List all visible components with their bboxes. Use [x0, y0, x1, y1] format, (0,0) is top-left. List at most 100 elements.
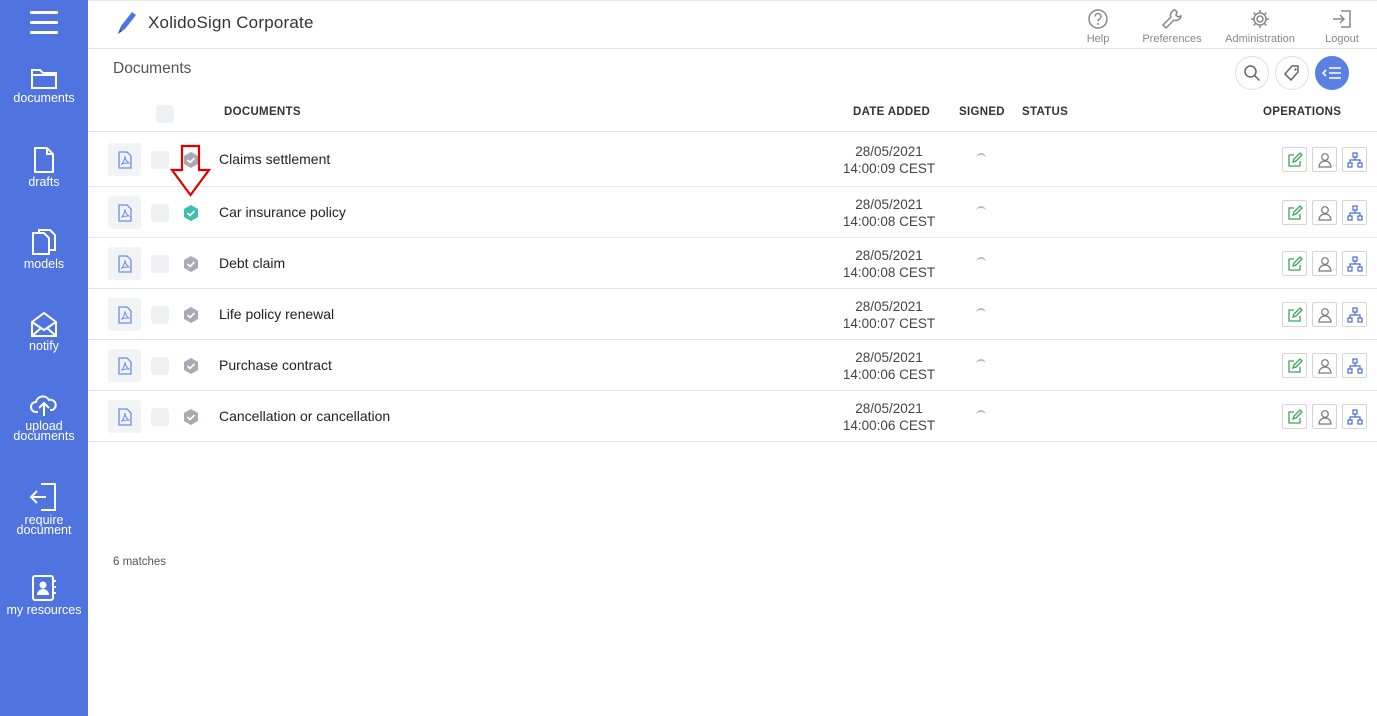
signed-loading-spinner-icon	[976, 256, 986, 267]
signer-button[interactable]	[1312, 302, 1337, 327]
edit-icon	[1287, 306, 1303, 322]
pdf-file-icon	[117, 150, 132, 169]
user-icon	[1317, 256, 1332, 272]
sidebar-item-models[interactable]: models	[0, 228, 88, 270]
preferences-button[interactable]: Preferences	[1140, 8, 1204, 45]
row-checkbox[interactable]	[151, 356, 169, 375]
date-added-date: 28/05/2021	[855, 247, 923, 263]
signer-button[interactable]	[1312, 200, 1337, 225]
date-added-date: 28/05/2021	[855, 349, 923, 365]
date-added-time: 14:00:06 CEST	[842, 417, 936, 433]
pdf-view-button[interactable]	[108, 143, 141, 176]
edit-icon	[1287, 151, 1303, 167]
sitemap-icon	[1346, 204, 1363, 221]
document-name[interactable]: Purchase contract	[219, 357, 332, 373]
hamburger-menu-icon[interactable]	[30, 11, 58, 35]
sitemap-icon	[1346, 408, 1363, 425]
workflow-button[interactable]	[1342, 353, 1367, 378]
pen-icon	[118, 12, 136, 34]
column-header-date-added[interactable]: DATE ADDED	[853, 106, 930, 118]
sitemap-icon	[1346, 151, 1363, 168]
document-name[interactable]: Cancellation or cancellation	[219, 408, 390, 424]
tag-filter-button[interactable]	[1275, 56, 1309, 90]
document-name[interactable]: Debt claim	[219, 255, 285, 271]
administration-label: Administration	[1225, 33, 1295, 45]
column-header-documents[interactable]: DOCUMENTS	[224, 106, 301, 118]
row-checkbox[interactable]	[151, 203, 169, 222]
workflow-button[interactable]	[1342, 200, 1367, 225]
workflow-button[interactable]	[1342, 147, 1367, 172]
edit-button[interactable]	[1282, 147, 1307, 172]
document-name[interactable]: Life policy renewal	[219, 306, 334, 322]
logout-icon	[1333, 10, 1351, 28]
edit-button[interactable]	[1282, 353, 1307, 378]
search-icon	[1244, 65, 1261, 82]
sidebar-item-label: upload documents	[13, 419, 75, 443]
row-checkbox[interactable]	[151, 254, 169, 273]
table-row[interactable]: Cancellation or cancellation 28/05/2021 1…	[88, 390, 1377, 441]
document-name[interactable]: Car insurance policy	[219, 204, 346, 220]
sidebar-item-notify[interactable]: notify	[0, 310, 88, 352]
sidebar-item-my-resources[interactable]: my resources	[0, 574, 88, 616]
table-row[interactable]: Claims settlement 28/05/2021 14:00:09 CES…	[88, 131, 1377, 186]
sidebar-item-documents[interactable]: documents	[0, 66, 88, 104]
column-header-status[interactable]: STATUS	[1022, 106, 1068, 118]
signer-button[interactable]	[1312, 353, 1337, 378]
shield-check-icon	[184, 306, 198, 323]
sidebar: documents drafts models notify upload do…	[0, 0, 88, 716]
edit-button[interactable]	[1282, 404, 1307, 429]
sidebar-item-require-document[interactable]: require document	[0, 482, 88, 536]
select-all-checkbox[interactable]	[156, 105, 174, 123]
row-checkbox[interactable]	[151, 407, 169, 426]
date-added-date: 28/05/2021	[855, 196, 923, 212]
edit-button[interactable]	[1282, 200, 1307, 225]
help-button[interactable]: Help	[1084, 8, 1112, 45]
list-view-button[interactable]	[1315, 56, 1349, 90]
row-checkbox[interactable]	[151, 305, 169, 324]
table-row[interactable]: Debt claim 28/05/2021 14:00:08 CEST	[88, 237, 1377, 288]
date-added: 28/05/2021 14:00:08 CEST	[836, 196, 942, 230]
date-added: 28/05/2021 14:00:07 CEST	[836, 298, 942, 332]
document-name[interactable]: Claims settlement	[219, 151, 330, 167]
signer-button[interactable]	[1312, 147, 1337, 172]
workflow-button[interactable]	[1342, 251, 1367, 276]
date-added: 28/05/2021 14:00:06 CEST	[836, 349, 942, 383]
signed-loading-spinner-icon	[976, 409, 986, 420]
pdf-view-button[interactable]	[108, 400, 141, 433]
table-row[interactable]: Life policy renewal 28/05/2021 14:00:07 C…	[88, 288, 1377, 339]
date-added-time: 14:00:08 CEST	[842, 264, 936, 280]
table-row[interactable]: Car insurance policy 28/05/2021 14:00:08 …	[88, 186, 1377, 237]
pdf-view-button[interactable]	[108, 196, 141, 229]
pdf-view-button[interactable]	[108, 247, 141, 280]
pdf-view-button[interactable]	[108, 298, 141, 331]
brand: XolidoSign Corporate	[114, 9, 314, 37]
logout-button[interactable]: Logout	[1324, 8, 1360, 45]
date-added-date: 28/05/2021	[855, 143, 923, 159]
workflow-button[interactable]	[1342, 404, 1367, 429]
signer-button[interactable]	[1312, 404, 1337, 429]
signed-loading-spinner-icon	[976, 205, 986, 216]
signer-button[interactable]	[1312, 251, 1337, 276]
help-icon	[1088, 9, 1108, 29]
search-button[interactable]	[1235, 56, 1269, 90]
administration-button[interactable]: Administration	[1220, 8, 1300, 45]
edit-button[interactable]	[1282, 302, 1307, 327]
top-bar: XolidoSign Corporate Help Preferences Ad…	[88, 0, 1377, 49]
date-added-date: 28/05/2021	[855, 400, 923, 416]
pdf-file-icon	[117, 203, 132, 222]
sitemap-icon	[1346, 357, 1363, 374]
wrench-icon	[1161, 9, 1182, 30]
workflow-button[interactable]	[1342, 302, 1367, 327]
sitemap-icon	[1346, 306, 1363, 323]
pdf-view-button[interactable]	[108, 349, 141, 382]
edit-button[interactable]	[1282, 251, 1307, 276]
date-added-time: 14:00:08 CEST	[842, 213, 936, 229]
row-checkbox[interactable]	[151, 150, 169, 169]
sidebar-item-upload-documents[interactable]: upload documents	[0, 392, 88, 443]
table-row[interactable]: Purchase contract 28/05/2021 14:00:06 CES…	[88, 339, 1377, 390]
sitemap-icon	[1346, 255, 1363, 272]
tag-icon	[1283, 65, 1299, 82]
user-icon	[1317, 358, 1332, 374]
sidebar-item-drafts[interactable]: drafts	[0, 146, 88, 188]
column-header-signed[interactable]: SIGNED	[959, 106, 1005, 118]
